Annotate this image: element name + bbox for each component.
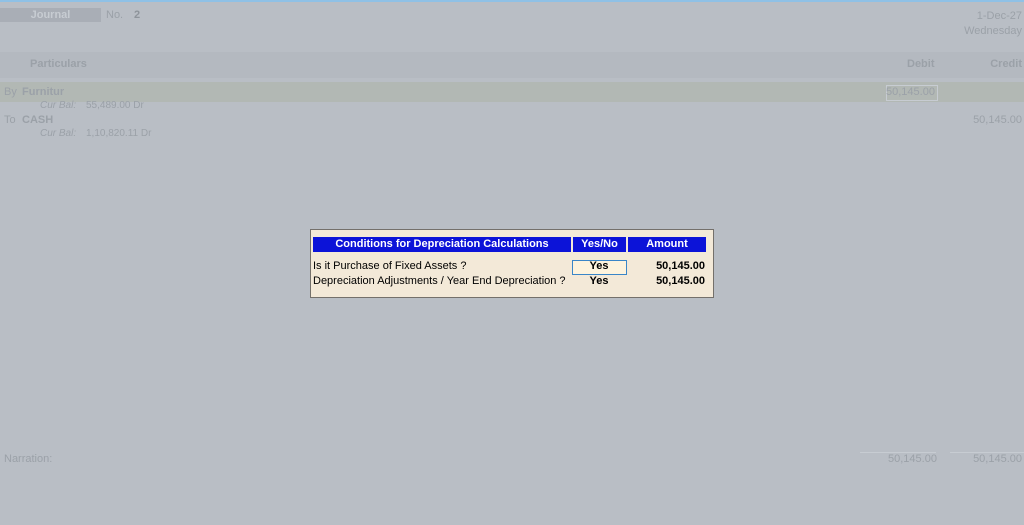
condition-label: Depreciation Adjustments / Year End Depr…	[313, 275, 566, 287]
voucher-type-label[interactable]: Journal	[0, 8, 101, 22]
window-top-border	[0, 0, 1024, 2]
voucher-date[interactable]: 1-Dec-27	[977, 10, 1022, 22]
cur-bal-label: Cur Bal:	[40, 128, 77, 139]
dialog-header-conditions: Conditions for Depreciation Calculations	[313, 237, 571, 252]
cur-bal-value: 55,489.00 Dr	[86, 100, 144, 111]
column-particulars: Particulars	[30, 58, 87, 70]
entry-prefix: To	[4, 114, 16, 126]
voucher-day: Wednesday	[964, 25, 1022, 37]
debit-amount[interactable]: 50,145.00	[886, 86, 935, 98]
ledger-name[interactable]: Furnitur	[22, 86, 64, 98]
column-header-band	[0, 52, 1024, 78]
column-credit: Credit	[990, 58, 1022, 70]
depreciation-conditions-dialog: Conditions for Depreciation Calculations…	[310, 229, 714, 298]
credit-total: 50,145.00	[973, 453, 1022, 465]
voucher-no-label: No.	[106, 9, 124, 21]
debit-total: 50,145.00	[888, 453, 937, 465]
column-debit: Debit	[907, 58, 935, 70]
entry-prefix: By	[4, 86, 17, 98]
cur-bal-label: Cur Bal:	[40, 100, 77, 111]
condition-label: Is it Purchase of Fixed Assets ?	[313, 260, 467, 272]
dialog-header-amount: Amount	[628, 237, 706, 252]
voucher-no-value[interactable]: 2	[134, 9, 140, 21]
dialog-header-yesno: Yes/No	[573, 237, 626, 252]
condition-amount: 50,145.00	[656, 275, 705, 287]
entry-row-highlight	[0, 82, 1024, 102]
credit-amount[interactable]: 50,145.00	[973, 114, 1022, 126]
ledger-name[interactable]: CASH	[22, 114, 53, 126]
yes-no-field[interactable]: Yes	[572, 275, 626, 287]
yes-no-field[interactable]: Yes	[572, 260, 626, 272]
cur-bal-value: 1,10,820.11 Dr	[86, 128, 152, 139]
narration-label[interactable]: Narration:	[4, 453, 52, 465]
condition-amount: 50,145.00	[656, 260, 705, 272]
